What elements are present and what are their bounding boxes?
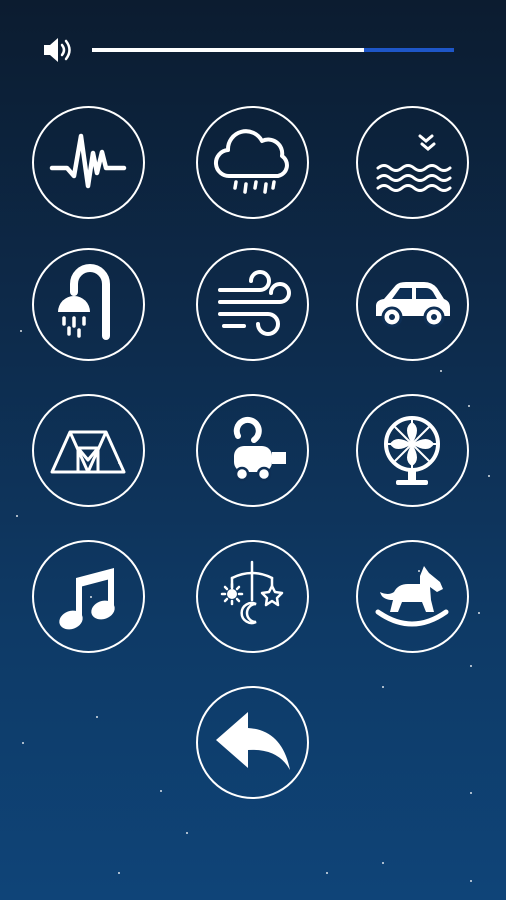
shower-sound-button[interactable] (32, 248, 145, 361)
rain-cloud-icon (214, 129, 289, 194)
fan-sound-button[interactable] (356, 394, 469, 507)
volume-slider[interactable] (92, 48, 454, 52)
heartbeat-icon (49, 133, 127, 189)
star-dot (326, 872, 328, 874)
car-sound-button[interactable] (356, 248, 469, 361)
star-dot (160, 790, 162, 792)
star-dot (478, 612, 480, 614)
tent-sound-button[interactable] (32, 394, 145, 507)
tent-icon (50, 430, 126, 474)
star-dot (440, 370, 442, 372)
back-button[interactable] (196, 686, 309, 799)
volume-slider-fill (92, 48, 364, 52)
star-dot (20, 330, 22, 332)
music-note-icon (59, 568, 115, 630)
star-dot (470, 665, 472, 667)
star-dot (488, 475, 490, 477)
rocking-horse-sound-button[interactable] (356, 540, 469, 653)
star-dot (470, 792, 472, 794)
rocking-horse-icon (375, 566, 449, 627)
shower-icon (58, 264, 110, 340)
heartbeat-sound-button[interactable] (32, 106, 145, 219)
star-dot (186, 832, 188, 834)
star-dot (96, 716, 98, 718)
ocean-sound-button[interactable] (356, 106, 469, 219)
vacuum-cleaner-icon (233, 417, 286, 482)
car-icon (376, 282, 450, 328)
music-sound-button[interactable] (32, 540, 145, 653)
star-dot (118, 872, 120, 874)
star-dot (16, 515, 18, 517)
wind-sound-button[interactable] (196, 248, 309, 361)
fan-icon (384, 416, 440, 485)
star-dot (382, 686, 384, 688)
volume-control (42, 32, 462, 68)
wind-icon (218, 270, 291, 336)
mobile-sound-button[interactable] (196, 540, 309, 653)
ocean-waves-icon (376, 134, 452, 192)
back-arrow-icon (216, 712, 290, 770)
star-dot (382, 862, 384, 864)
star-dot (22, 742, 24, 744)
speaker-volume-icon[interactable] (42, 34, 76, 66)
rain-sound-button[interactable] (196, 106, 309, 219)
star-dot (470, 880, 472, 882)
vacuum-sound-button[interactable] (196, 394, 309, 507)
star-dot (468, 405, 470, 407)
baby-mobile-icon (220, 560, 284, 625)
